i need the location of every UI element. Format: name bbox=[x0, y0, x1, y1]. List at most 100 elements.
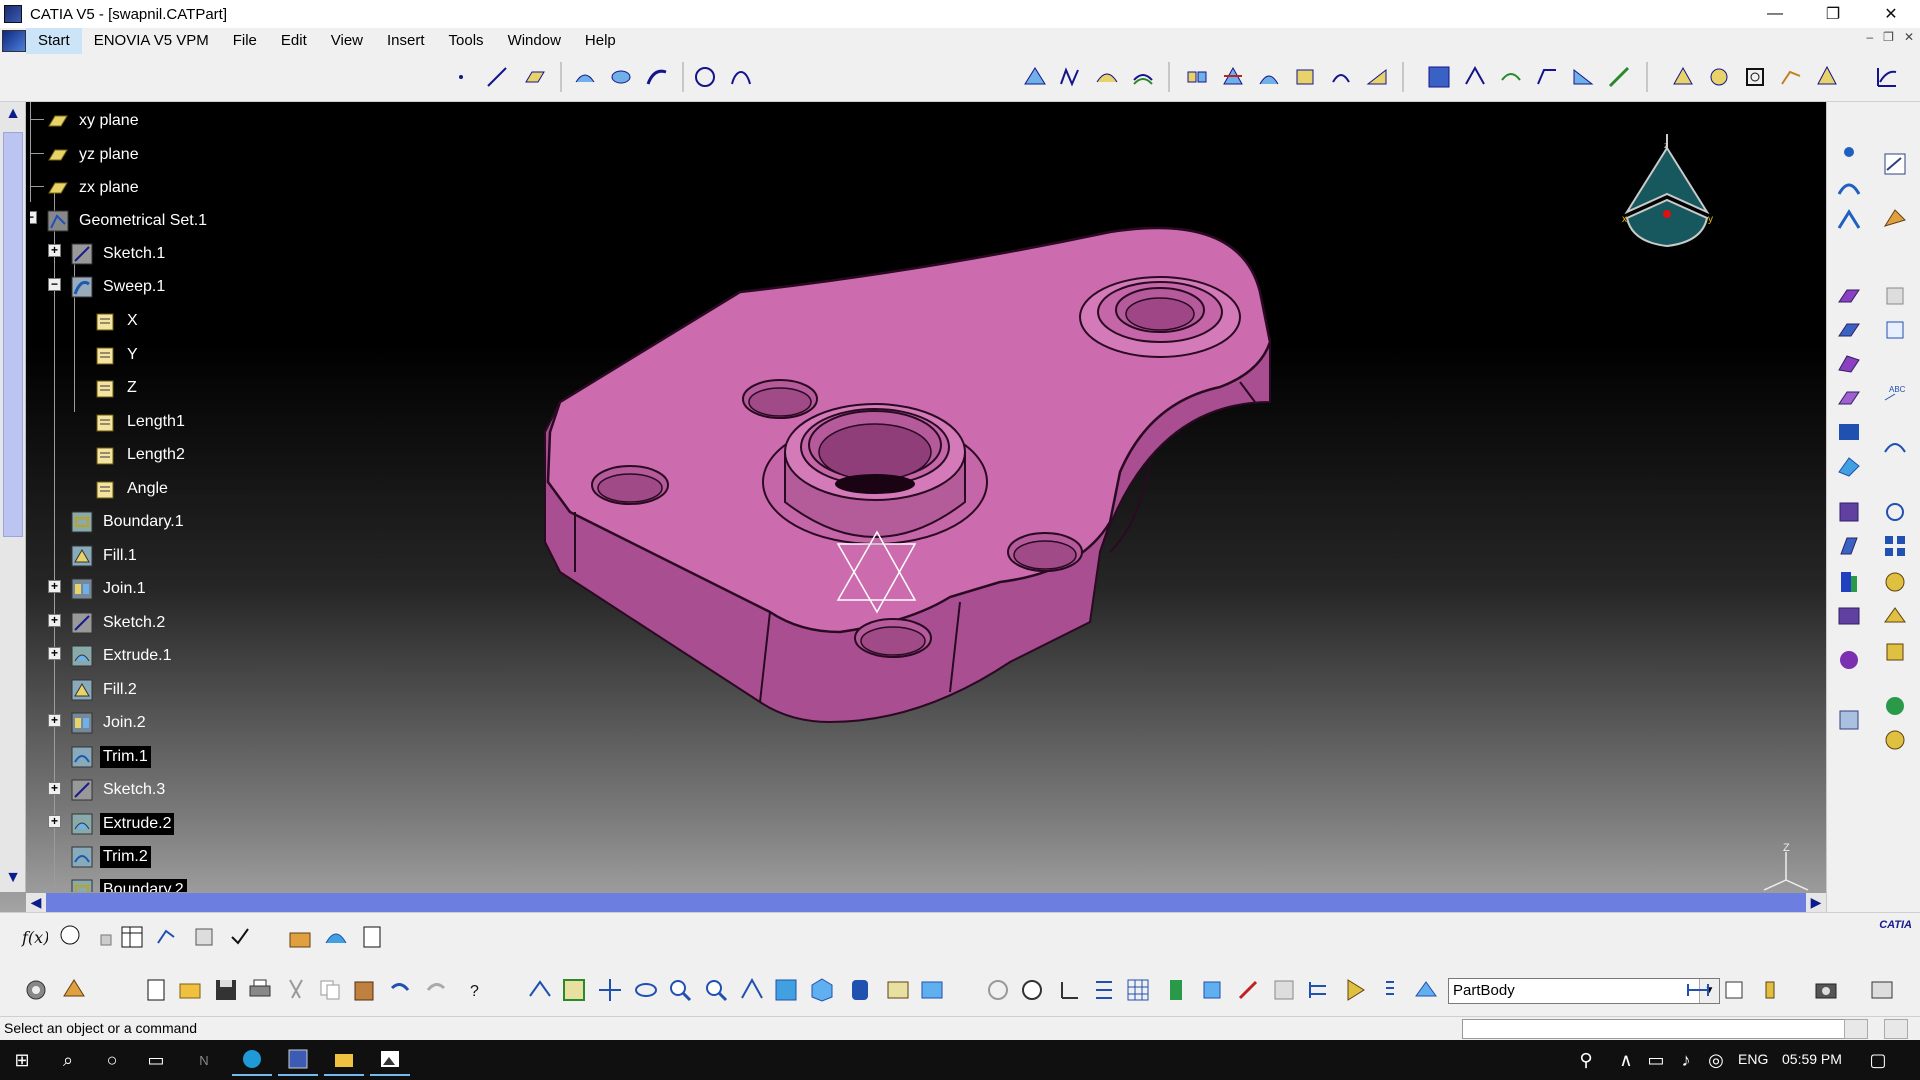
tree-node-param-angle[interactable]: Angle bbox=[94, 476, 171, 502]
near-icon[interactable] bbox=[1706, 64, 1732, 90]
blend-icon[interactable] bbox=[1094, 64, 1120, 90]
groove-icon[interactable] bbox=[1835, 384, 1863, 412]
knowledge-icon[interactable] bbox=[1881, 726, 1909, 754]
list-icon[interactable] bbox=[1376, 976, 1404, 1004]
cut-icon[interactable] bbox=[282, 976, 310, 1004]
law-editor-icon[interactable] bbox=[154, 923, 182, 951]
isometric-view-icon[interactable] bbox=[808, 976, 836, 1004]
split-icon[interactable] bbox=[1220, 64, 1246, 90]
shell-icon[interactable] bbox=[1835, 602, 1863, 630]
extrude-surface-icon[interactable] bbox=[572, 64, 598, 90]
tree-node-extrude-1[interactable]: Extrude.1 bbox=[70, 643, 174, 669]
axis-system-tool-icon[interactable] bbox=[1054, 976, 1082, 1004]
positioned-sketch-icon[interactable] bbox=[1881, 206, 1909, 234]
tree-node-sketch-3[interactable]: Sketch.3 bbox=[70, 777, 168, 803]
analysis-icon[interactable] bbox=[1881, 432, 1909, 460]
windows-start-icon[interactable]: ⊞ bbox=[2, 1044, 42, 1076]
extrapolate-icon[interactable] bbox=[1670, 64, 1696, 90]
zoom-in-icon[interactable] bbox=[666, 976, 694, 1004]
law-icon[interactable] bbox=[1778, 64, 1804, 90]
tree-node-param-y[interactable]: Y bbox=[94, 342, 141, 368]
grid-icon[interactable] bbox=[1124, 976, 1152, 1004]
circle-icon[interactable] bbox=[692, 64, 718, 90]
menu-file[interactable]: File bbox=[221, 28, 269, 54]
scaling-icon[interactable] bbox=[1534, 64, 1560, 90]
thickness-icon[interactable] bbox=[1835, 646, 1863, 674]
line-icon[interactable] bbox=[484, 64, 510, 90]
specification-tree-icon[interactable] bbox=[1090, 976, 1118, 1004]
multi-view-icon[interactable] bbox=[772, 976, 800, 1004]
develop-icon[interactable] bbox=[1814, 64, 1840, 90]
tree-node-xy-plane[interactable]: xy plane bbox=[46, 108, 142, 134]
geometrical-set-tool-icon[interactable] bbox=[1198, 976, 1226, 1004]
settings-gear-icon[interactable] bbox=[22, 976, 50, 1004]
tree-collapse-toggle[interactable]: − bbox=[30, 211, 37, 224]
plane-tool-icon[interactable] bbox=[522, 64, 548, 90]
print-icon[interactable] bbox=[246, 976, 274, 1004]
scroll-down-arrow-icon[interactable]: ▼ bbox=[3, 868, 23, 888]
document-restore-button[interactable]: ❐ bbox=[1883, 30, 1894, 44]
hole-icon[interactable] bbox=[1835, 418, 1863, 446]
tree-scrollbar[interactable]: ▲ ▼ bbox=[0, 102, 26, 892]
close-button[interactable]: ✕ bbox=[1862, 0, 1920, 28]
menu-window[interactable]: Window bbox=[496, 28, 573, 54]
sketch-right-icon[interactable] bbox=[1881, 150, 1909, 178]
ordered-set-icon[interactable] bbox=[1234, 976, 1262, 1004]
tree-node-param-z[interactable]: Z bbox=[94, 375, 140, 401]
tree-expand-toggle[interactable]: + bbox=[48, 815, 61, 828]
catia-taskbar-icon[interactable] bbox=[278, 1044, 318, 1076]
tree-expand-toggle[interactable]: + bbox=[48, 580, 61, 593]
apply-material-icon[interactable] bbox=[1881, 692, 1909, 720]
fillet-icon[interactable] bbox=[1364, 64, 1390, 90]
swap-visible-space-icon[interactable] bbox=[918, 976, 946, 1004]
sketcher-icon[interactable] bbox=[1874, 64, 1900, 90]
view-compass[interactable]: z x y bbox=[1612, 134, 1722, 254]
profile-feature-icon[interactable] bbox=[1881, 316, 1909, 344]
undo-icon[interactable] bbox=[386, 976, 414, 1004]
document-close-button[interactable]: ✕ bbox=[1904, 30, 1914, 44]
shaft-icon[interactable] bbox=[1835, 350, 1863, 378]
affinity-icon[interactable] bbox=[1570, 64, 1596, 90]
body-icon[interactable] bbox=[1162, 976, 1190, 1004]
catalog-browser-icon[interactable] bbox=[322, 923, 350, 951]
catalog-icon[interactable] bbox=[286, 923, 314, 951]
measure-inertia-icon[interactable] bbox=[1756, 976, 1784, 1004]
tree-node-param-length2[interactable]: Length2 bbox=[94, 442, 188, 468]
mirror-icon[interactable] bbox=[1881, 638, 1909, 666]
viewport-horizontal-scrollbar[interactable]: ◀ ▶ bbox=[26, 893, 1826, 912]
draft-icon[interactable] bbox=[1835, 568, 1863, 596]
status-button-1[interactable] bbox=[1844, 1019, 1868, 1039]
measure-item-icon[interactable] bbox=[1720, 976, 1748, 1004]
pocket-icon[interactable] bbox=[1835, 316, 1863, 344]
tree-node-trim-2[interactable]: Trim.2 bbox=[70, 844, 151, 870]
language-indicator[interactable]: ENG bbox=[1738, 1051, 1768, 1067]
tree-node-sketch-1[interactable]: Sketch.1 bbox=[70, 241, 168, 267]
axis-to-axis-icon[interactable] bbox=[1606, 64, 1632, 90]
symmetry-icon[interactable] bbox=[1498, 64, 1524, 90]
trim-tool-icon[interactable] bbox=[1256, 64, 1282, 90]
document-minimize-button[interactable]: – bbox=[1866, 30, 1873, 44]
circular-pattern-icon[interactable] bbox=[1881, 568, 1909, 596]
tree-node-join-2[interactable]: Join.2 bbox=[70, 710, 149, 736]
hide-show-icon[interactable] bbox=[884, 976, 912, 1004]
fillet-solid-icon[interactable] bbox=[1835, 498, 1863, 526]
restore-button[interactable]: ❐ bbox=[1804, 0, 1862, 28]
fit-all-icon[interactable] bbox=[560, 976, 588, 1004]
tree-scroll-thumb[interactable] bbox=[3, 132, 23, 537]
tree-node-param-x[interactable]: X bbox=[94, 308, 141, 334]
tree-expand-toggle[interactable]: + bbox=[48, 714, 61, 727]
cortana-icon[interactable]: ○ bbox=[92, 1044, 132, 1076]
multi-section-icon[interactable] bbox=[1058, 64, 1084, 90]
line-tool-icon[interactable] bbox=[1835, 172, 1863, 200]
revolve-icon[interactable] bbox=[608, 64, 634, 90]
tree-node-boundary-2[interactable]: Boundary.2 bbox=[70, 877, 187, 892]
current-body-select[interactable]: PartBody ▼ bbox=[1448, 978, 1720, 1004]
design-table-icon[interactable] bbox=[118, 923, 146, 951]
file-explorer-icon[interactable] bbox=[324, 1044, 364, 1076]
tree-reorder-icon[interactable] bbox=[1304, 976, 1332, 1004]
measure-between-icon[interactable] bbox=[1684, 976, 1712, 1004]
menu-edit[interactable]: Edit bbox=[269, 28, 319, 54]
task-view-icon[interactable]: ▭ bbox=[136, 1044, 176, 1076]
network-globe-icon[interactable]: ◎ bbox=[1696, 1044, 1736, 1076]
translate-icon[interactable] bbox=[1426, 64, 1452, 90]
